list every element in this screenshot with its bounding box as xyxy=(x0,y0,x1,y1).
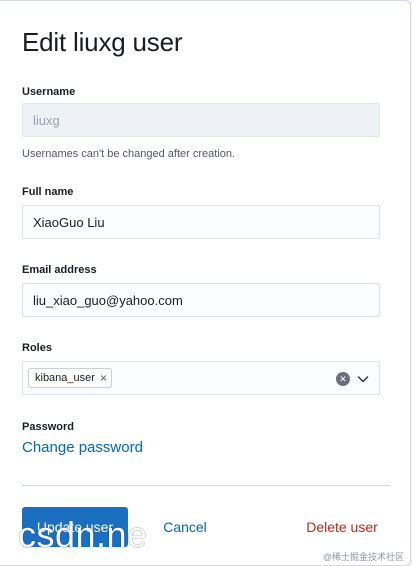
update-user-button[interactable]: Update user xyxy=(22,507,128,547)
username-field xyxy=(22,103,380,137)
clear-circle-icon[interactable]: ✕ xyxy=(336,372,350,386)
divider xyxy=(22,485,390,486)
email-field[interactable] xyxy=(22,283,380,317)
chevron-down-icon[interactable] xyxy=(356,372,370,386)
role-pill-kibana-user: kibana_user × xyxy=(28,368,112,388)
username-label: Username xyxy=(22,86,76,98)
role-pill-label: kibana_user xyxy=(35,372,95,384)
delete-user-button[interactable]: Delete user xyxy=(296,507,388,547)
roles-label: Roles xyxy=(22,342,52,354)
password-label: Password xyxy=(22,421,74,433)
edit-user-panel: Edit liuxg user Username Usernames can't… xyxy=(0,0,411,566)
change-password-link[interactable]: Change password xyxy=(22,439,143,456)
username-help-text: Usernames can't be changed after creatio… xyxy=(22,148,236,160)
full-name-label: Full name xyxy=(22,186,74,198)
email-label: Email address xyxy=(22,264,97,276)
full-name-field[interactable] xyxy=(22,205,380,239)
roles-combobox[interactable]: kibana_user × ✕ xyxy=(22,361,380,395)
remove-role-icon[interactable]: × xyxy=(100,372,107,384)
cancel-button[interactable]: Cancel xyxy=(150,507,220,547)
page-title: Edit liuxg user xyxy=(22,27,183,57)
